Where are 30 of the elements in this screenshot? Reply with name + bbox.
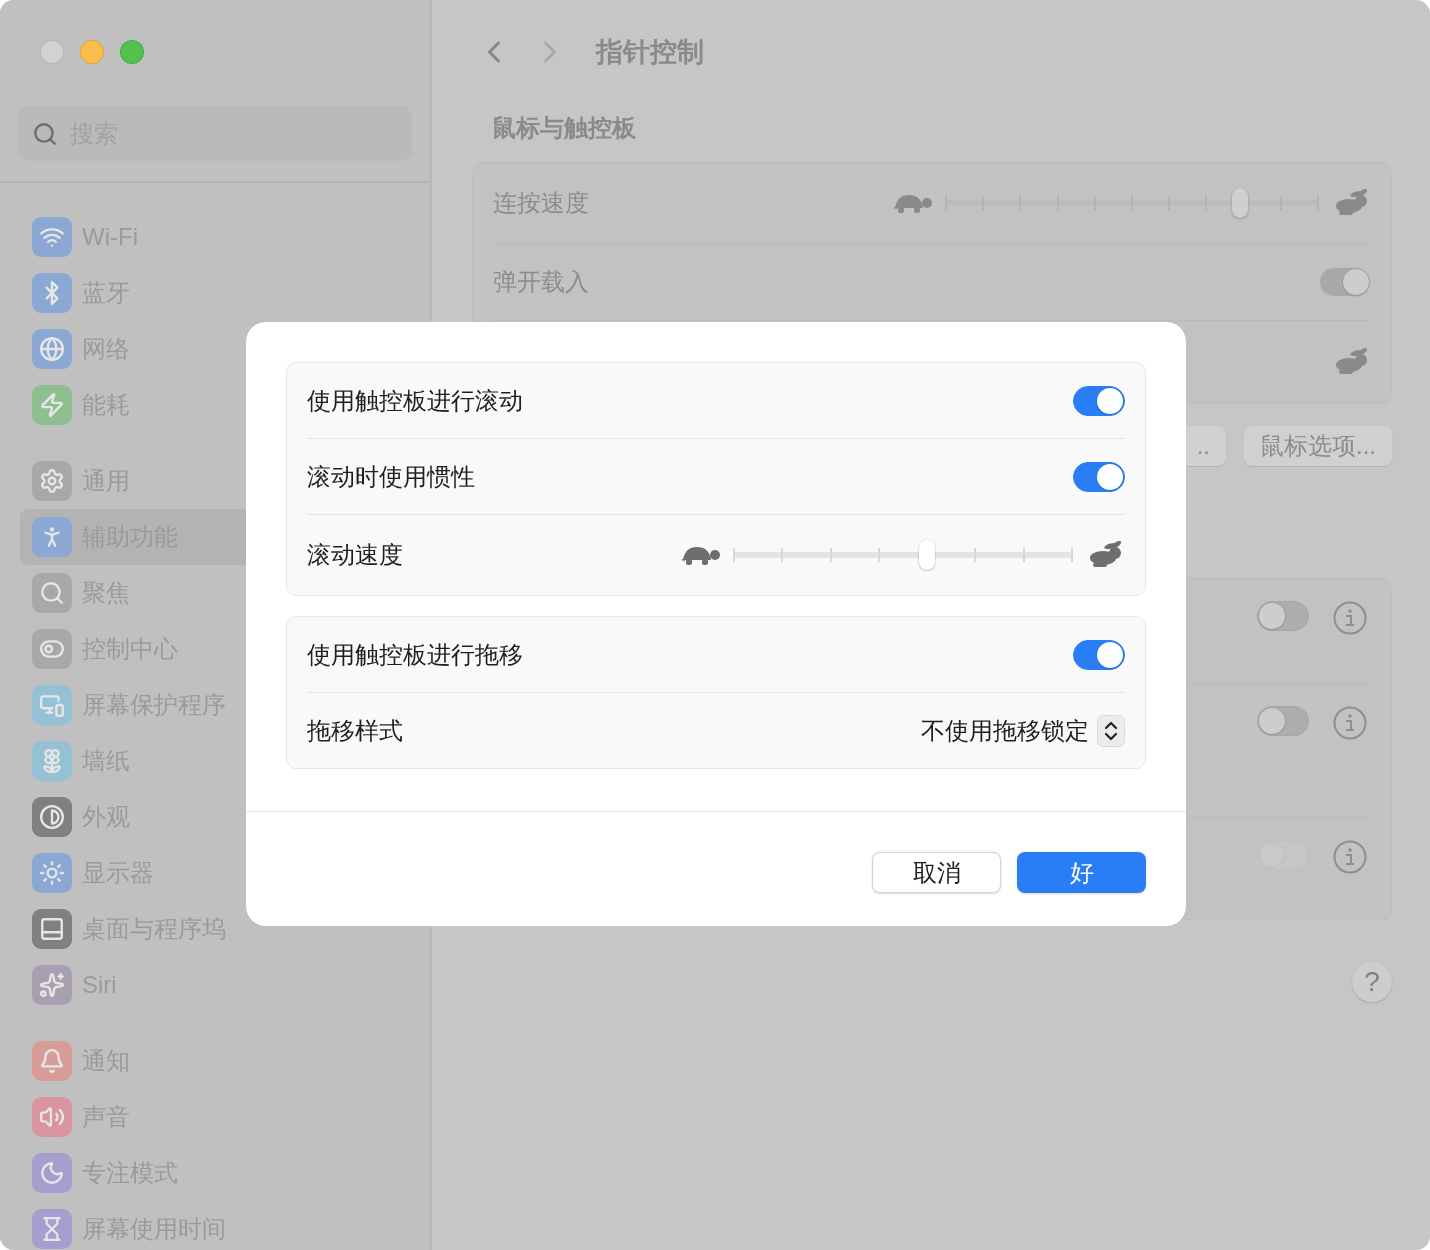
- page-title: 指针控制: [596, 36, 704, 69]
- info-icon[interactable]: [1333, 706, 1367, 740]
- toggle-switch[interactable]: [1257, 601, 1309, 631]
- ok-button[interactable]: 好: [1017, 852, 1146, 893]
- turtle-icon: [679, 544, 721, 566]
- slider-thumb[interactable]: [1232, 188, 1249, 218]
- toggle-switch[interactable]: [1257, 706, 1309, 736]
- toggle-switch[interactable]: [1073, 639, 1125, 670]
- help-button[interactable]: ?: [1352, 962, 1392, 1002]
- setting-label: 使用触控板进行拖移: [307, 639, 523, 670]
- info-icon[interactable]: [1333, 840, 1367, 874]
- close-window-button[interactable]: [40, 40, 64, 64]
- popup-button[interactable]: 不使用拖移锁定: [921, 714, 1125, 747]
- zoom-window-button[interactable]: [120, 40, 144, 64]
- setting-label: 滚动时使用惯性: [307, 461, 475, 492]
- turtle-icon: [891, 192, 933, 214]
- toggle-switch[interactable]: [1073, 461, 1125, 492]
- slider-thumb[interactable]: [918, 540, 935, 570]
- toggle-switch[interactable]: [1073, 385, 1125, 416]
- info-icon[interactable]: [1333, 601, 1367, 635]
- slider[interactable]: [733, 540, 1073, 570]
- setting-label: 使用触控板进行滚动: [307, 385, 523, 416]
- search-icon: [32, 120, 58, 147]
- minimize-window-button[interactable]: [80, 40, 104, 64]
- setting-label: 拖移样式: [307, 715, 403, 746]
- stepper-icon: [1097, 714, 1125, 747]
- options-button[interactable]: 鼠标选项...: [1244, 426, 1392, 466]
- cancel-button[interactable]: 取消: [872, 852, 1001, 893]
- slider[interactable]: [945, 188, 1319, 218]
- section-heading: 鼠标与触控板: [492, 113, 637, 143]
